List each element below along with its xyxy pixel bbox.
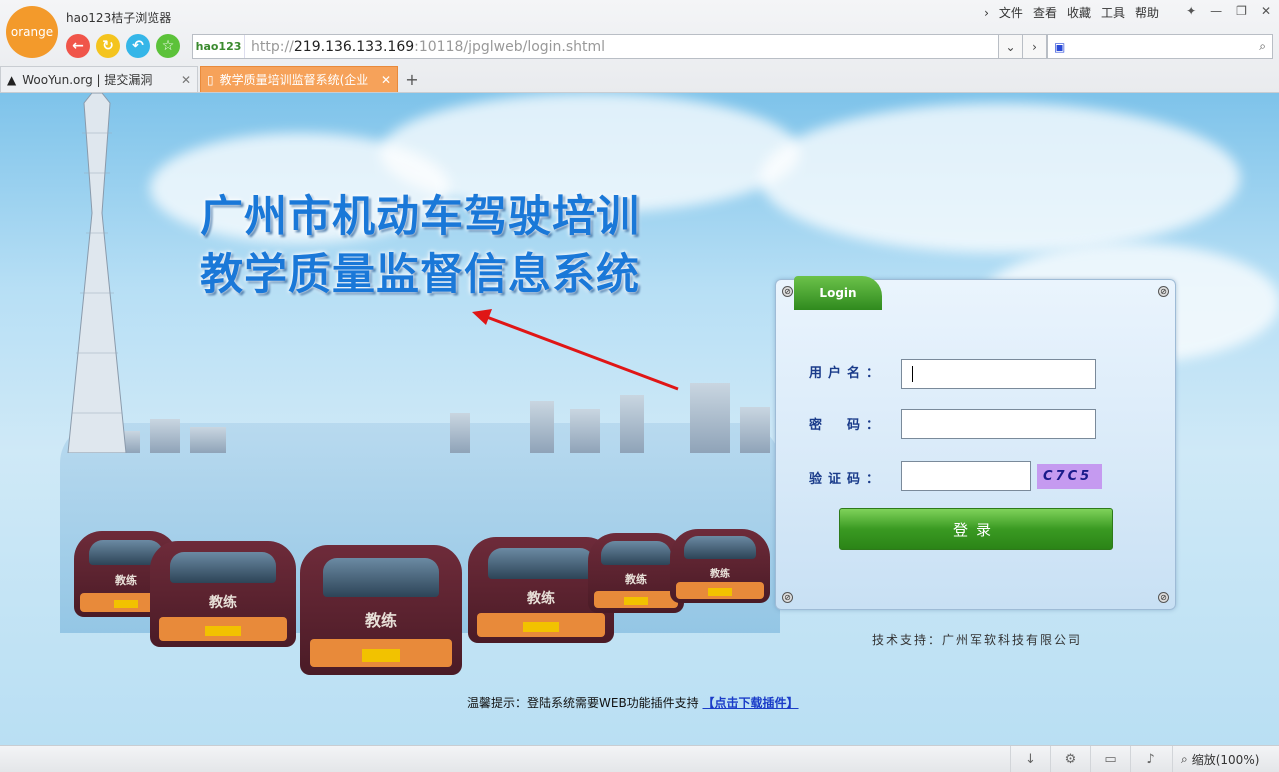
plugin-tip: 温馨提示：登陆系统需要WEB功能插件支持 【点击下载插件】	[467, 694, 799, 711]
zoom-text: 缩放(100%)	[1191, 752, 1260, 767]
settings-gear-icon[interactable]: ⚙	[1050, 746, 1090, 772]
restore-icon[interactable]: ❐	[1236, 4, 1247, 18]
screw-icon: ⊘	[1158, 286, 1169, 297]
browser-logo[interactable]: orange	[6, 6, 58, 58]
tab-strip: ▲ WooYun.org | 提交漏洞 ✕ ▯ 教学质量培训监督系统(企业 ✕ …	[0, 66, 1279, 93]
title-line-1: 广州市机动车驾驶培训	[200, 192, 640, 242]
login-page: 广州市机动车驾驶培训 教学质量监督信息系统 教练 教练 教练 教练 教练 教练 …	[0, 93, 1279, 745]
login-button[interactable]: 登录	[839, 508, 1113, 550]
cloud	[760, 103, 1240, 253]
zoom-magnifier-icon: ⌕	[1181, 751, 1188, 766]
url-host: 219.136.133.169	[293, 38, 415, 55]
menu-file[interactable]: 文件	[999, 4, 1023, 21]
canton-tower-illustration	[67, 93, 127, 453]
hao123-badge[interactable]: hao123	[193, 35, 245, 58]
driving-school-car: 教练	[300, 545, 462, 675]
url-path: :10118/jpglweb/login.shtml	[414, 38, 606, 55]
tab-wooyun[interactable]: ▲ WooYun.org | 提交漏洞 ✕	[0, 66, 198, 92]
tab-title: 教学质量培训监督系统(企业	[219, 73, 369, 87]
status-bar: ↓ ⚙ ▭ ♪ ⌕ 缩放(100%)	[0, 745, 1279, 772]
login-tab: Login	[794, 276, 882, 310]
red-arrow-annotation	[472, 309, 679, 391]
new-tab-button[interactable]: +	[400, 66, 424, 92]
browser-logo-text: orange	[10, 25, 54, 39]
minimize-icon[interactable]: —	[1210, 4, 1222, 18]
menu-help[interactable]: 帮助	[1135, 4, 1159, 21]
login-panel: Login ⊘ ⊘ ⊘ ⊘ 用户名： 密 码： 验证码： C7C5 登录	[775, 276, 1176, 610]
url-prefix: http://	[251, 38, 294, 55]
username-label: 用户名：	[809, 366, 886, 381]
undo-icon[interactable]: ↶	[126, 34, 150, 58]
window-controls: ✦ — ❐ ✕	[1186, 4, 1271, 18]
go-icon[interactable]: ›	[1022, 34, 1047, 59]
password-label: 密 码：	[809, 418, 886, 433]
captcha-input[interactable]	[901, 461, 1031, 491]
back-icon[interactable]: ←	[66, 34, 90, 58]
browser-chrome: orange hao123桔子浏览器 ← ↻ ↶ ☆ › 文件 查看 收藏 工具…	[0, 0, 1279, 93]
screw-icon: ⊘	[782, 286, 793, 297]
captcha-label: 验证码：	[809, 472, 886, 487]
driving-school-car: 教练	[670, 529, 770, 603]
tab-title: WooYun.org | 提交漏洞	[22, 73, 153, 87]
page-favicon-icon: ▯	[207, 72, 214, 87]
download-icon[interactable]: ↓	[1010, 746, 1050, 772]
password-input[interactable]	[901, 409, 1096, 439]
menu-expand-icon[interactable]: ›	[984, 6, 989, 20]
wooyun-favicon-icon: ▲	[7, 72, 17, 87]
close-window-icon[interactable]: ✕	[1261, 4, 1271, 18]
driving-school-car: 教练	[150, 541, 296, 647]
screen-icon[interactable]: ▭	[1090, 746, 1130, 772]
url-dropdown-icon[interactable]: ⌄	[998, 34, 1023, 59]
title-line-2: 教学质量监督信息系统	[200, 250, 640, 300]
text-caret	[912, 366, 913, 382]
tab-login-system[interactable]: ▯ 教学质量培训监督系统(企业 ✕	[200, 66, 398, 92]
search-icon[interactable]: ⌕	[1259, 39, 1266, 54]
app-name: hao123桔子浏览器	[66, 11, 172, 25]
captcha-image[interactable]: C7C5	[1037, 464, 1102, 489]
skin-icon[interactable]: ✦	[1186, 4, 1196, 18]
plugin-tip-text: 温馨提示：登陆系统需要WEB功能插件支持	[467, 696, 699, 710]
favorite-star-icon[interactable]: ☆	[156, 34, 180, 58]
baidu-paw-icon: ▣	[1054, 39, 1066, 54]
tech-support-text: 技术支持：广州军软科技有限公司	[872, 633, 1083, 647]
zoom-control[interactable]: ⌕ 缩放(100%)	[1172, 746, 1259, 772]
menu-tools[interactable]: 工具	[1101, 4, 1125, 21]
refresh-icon[interactable]: ↻	[96, 34, 120, 58]
screw-icon: ⊘	[782, 592, 793, 603]
username-input[interactable]	[901, 359, 1096, 389]
system-title: 广州市机动车驾驶培训 教学质量监督信息系统	[200, 188, 640, 304]
menu-bar: › 文件 查看 收藏 工具 帮助	[984, 4, 1159, 21]
volume-icon[interactable]: ♪	[1130, 746, 1170, 772]
menu-view[interactable]: 查看	[1033, 4, 1057, 21]
address-bar[interactable]: hao123 http://219.136.133.169:10118/jpgl…	[192, 34, 1022, 59]
download-plugin-link[interactable]: 【点击下载插件】	[703, 696, 799, 710]
screw-icon: ⊘	[1158, 592, 1169, 603]
tab-close-icon[interactable]: ✕	[181, 73, 191, 87]
url-text[interactable]: http://219.136.133.169:10118/jpglweb/log…	[245, 39, 605, 55]
menu-favorites[interactable]: 收藏	[1067, 4, 1091, 21]
city-skyline	[100, 383, 780, 453]
tab-close-icon[interactable]: ✕	[381, 73, 391, 87]
search-box[interactable]: ▣ ⌕	[1047, 34, 1273, 59]
